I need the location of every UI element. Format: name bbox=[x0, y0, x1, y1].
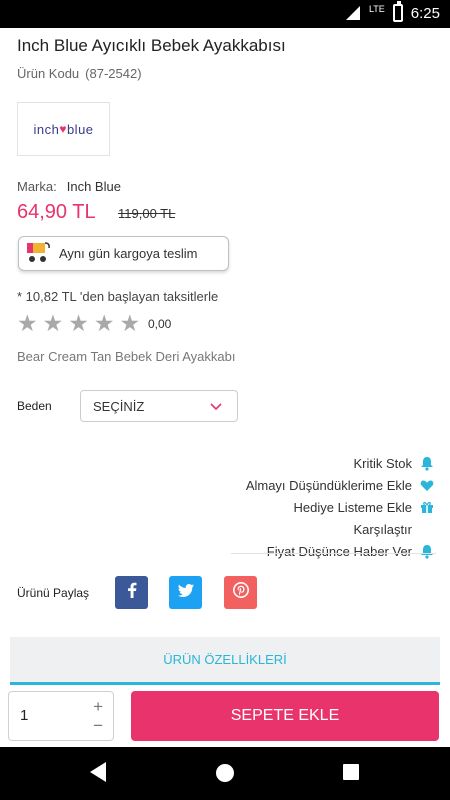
add-to-cart-bar: 1 + − SEPETE EKLE bbox=[0, 685, 450, 747]
pinterest-share-button[interactable] bbox=[224, 576, 257, 609]
product-code-value: (87-2542) bbox=[85, 66, 142, 81]
compare-action[interactable]: Karşılaştır bbox=[136, 518, 436, 540]
chevron-down-icon bbox=[209, 400, 223, 415]
action-label: Karşılaştır bbox=[353, 521, 412, 537]
brand-label: Marka: bbox=[17, 179, 57, 194]
price: 64,90 TL bbox=[17, 201, 96, 223]
bell-icon bbox=[418, 544, 436, 559]
product-title: Inch Blue Ayıcıklı Bebek Ayakkabısı bbox=[17, 36, 286, 55]
size-select-value: SEÇİNİZ bbox=[93, 398, 145, 414]
heart-icon bbox=[418, 479, 436, 492]
divider bbox=[231, 553, 436, 554]
action-label: Almayı Düşündüklerime Ekle bbox=[245, 477, 412, 493]
home-icon[interactable] bbox=[214, 762, 236, 789]
cargo-text: Aynı gün kargoya teslim bbox=[59, 246, 198, 261]
rating-stars[interactable]: ★ ★ ★ ★ ★ bbox=[17, 311, 140, 335]
stroller-icon bbox=[25, 240, 51, 267]
star-icon[interactable]: ★ bbox=[17, 311, 38, 335]
brand-row: Marka: Inch Blue bbox=[17, 179, 121, 194]
pinterest-icon bbox=[232, 582, 249, 603]
quantity-value[interactable]: 1 bbox=[20, 707, 28, 724]
action-label: Kritik Stok bbox=[353, 455, 412, 471]
star-icon[interactable]: ★ bbox=[43, 311, 64, 335]
back-icon[interactable] bbox=[88, 761, 108, 788]
wishlist-action[interactable]: Almayı Düşündüklerime Ekle bbox=[136, 474, 436, 496]
twitter-share-button[interactable] bbox=[169, 576, 202, 609]
brand-value: Inch Blue bbox=[66, 179, 121, 194]
rating-value: 0,00 bbox=[148, 317, 172, 331]
price-alert-action[interactable]: Fiyat Düşünce Haber Ver bbox=[136, 540, 436, 562]
plus-icon[interactable]: + bbox=[93, 698, 103, 715]
gift-list-action[interactable]: Hediye Listeme Ekle bbox=[136, 496, 436, 518]
bell-icon bbox=[418, 456, 436, 471]
quantity-stepper[interactable]: 1 + − bbox=[8, 691, 114, 741]
brand-logo[interactable]: inch ♥ blue bbox=[17, 102, 110, 156]
network-type: LTE bbox=[368, 4, 385, 14]
star-icon[interactable]: ★ bbox=[120, 311, 141, 335]
heart-logo-icon: ♥ bbox=[59, 122, 67, 136]
brand-logo-text-right: blue bbox=[66, 121, 94, 137]
star-icon[interactable]: ★ bbox=[68, 311, 89, 335]
twitter-icon bbox=[177, 583, 194, 602]
star-icon[interactable]: ★ bbox=[94, 311, 115, 335]
brand-logo-text-left: inch bbox=[33, 121, 60, 137]
action-label: Fiyat Düşünce Haber Ver bbox=[266, 543, 412, 559]
signal-icon bbox=[345, 5, 361, 21]
same-day-cargo-badge: Aynı gün kargoya teslim bbox=[18, 236, 229, 271]
system-navigation-bar bbox=[0, 747, 450, 800]
product-description: Bear Cream Tan Bebek Deri Ayakkabı bbox=[17, 349, 236, 364]
share-label: Ürünü Paylaş bbox=[17, 586, 90, 600]
critical-stock-action[interactable]: Kritik Stok bbox=[136, 452, 436, 474]
product-code-label: Ürün Kodu bbox=[17, 66, 80, 81]
facebook-share-button[interactable] bbox=[115, 576, 148, 609]
gift-icon bbox=[418, 500, 436, 514]
status-bar: LTE 6:25 bbox=[0, 0, 450, 28]
installment-text: * 10,82 TL 'den başlayan taksitlerle bbox=[17, 289, 219, 304]
size-label: Beden bbox=[17, 399, 52, 413]
recent-apps-icon[interactable] bbox=[342, 763, 360, 786]
size-select[interactable]: SEÇİNİZ bbox=[80, 390, 238, 422]
product-code: Ürün Kodu (87-2542) bbox=[17, 66, 142, 81]
facebook-icon bbox=[127, 582, 137, 603]
old-price: 119,00 TL bbox=[118, 206, 176, 221]
product-actions: Kritik Stok Almayı Düşündüklerime Ekle H… bbox=[136, 452, 436, 562]
clock: 6:25 bbox=[410, 4, 440, 22]
tab-product-features[interactable]: ÜRÜN ÖZELLİKLERİ bbox=[10, 637, 440, 685]
add-to-cart-button[interactable]: SEPETE EKLE bbox=[131, 691, 439, 741]
minus-icon[interactable]: − bbox=[93, 717, 103, 734]
action-label: Hediye Listeme Ekle bbox=[293, 499, 413, 515]
battery-icon bbox=[392, 1, 403, 22]
